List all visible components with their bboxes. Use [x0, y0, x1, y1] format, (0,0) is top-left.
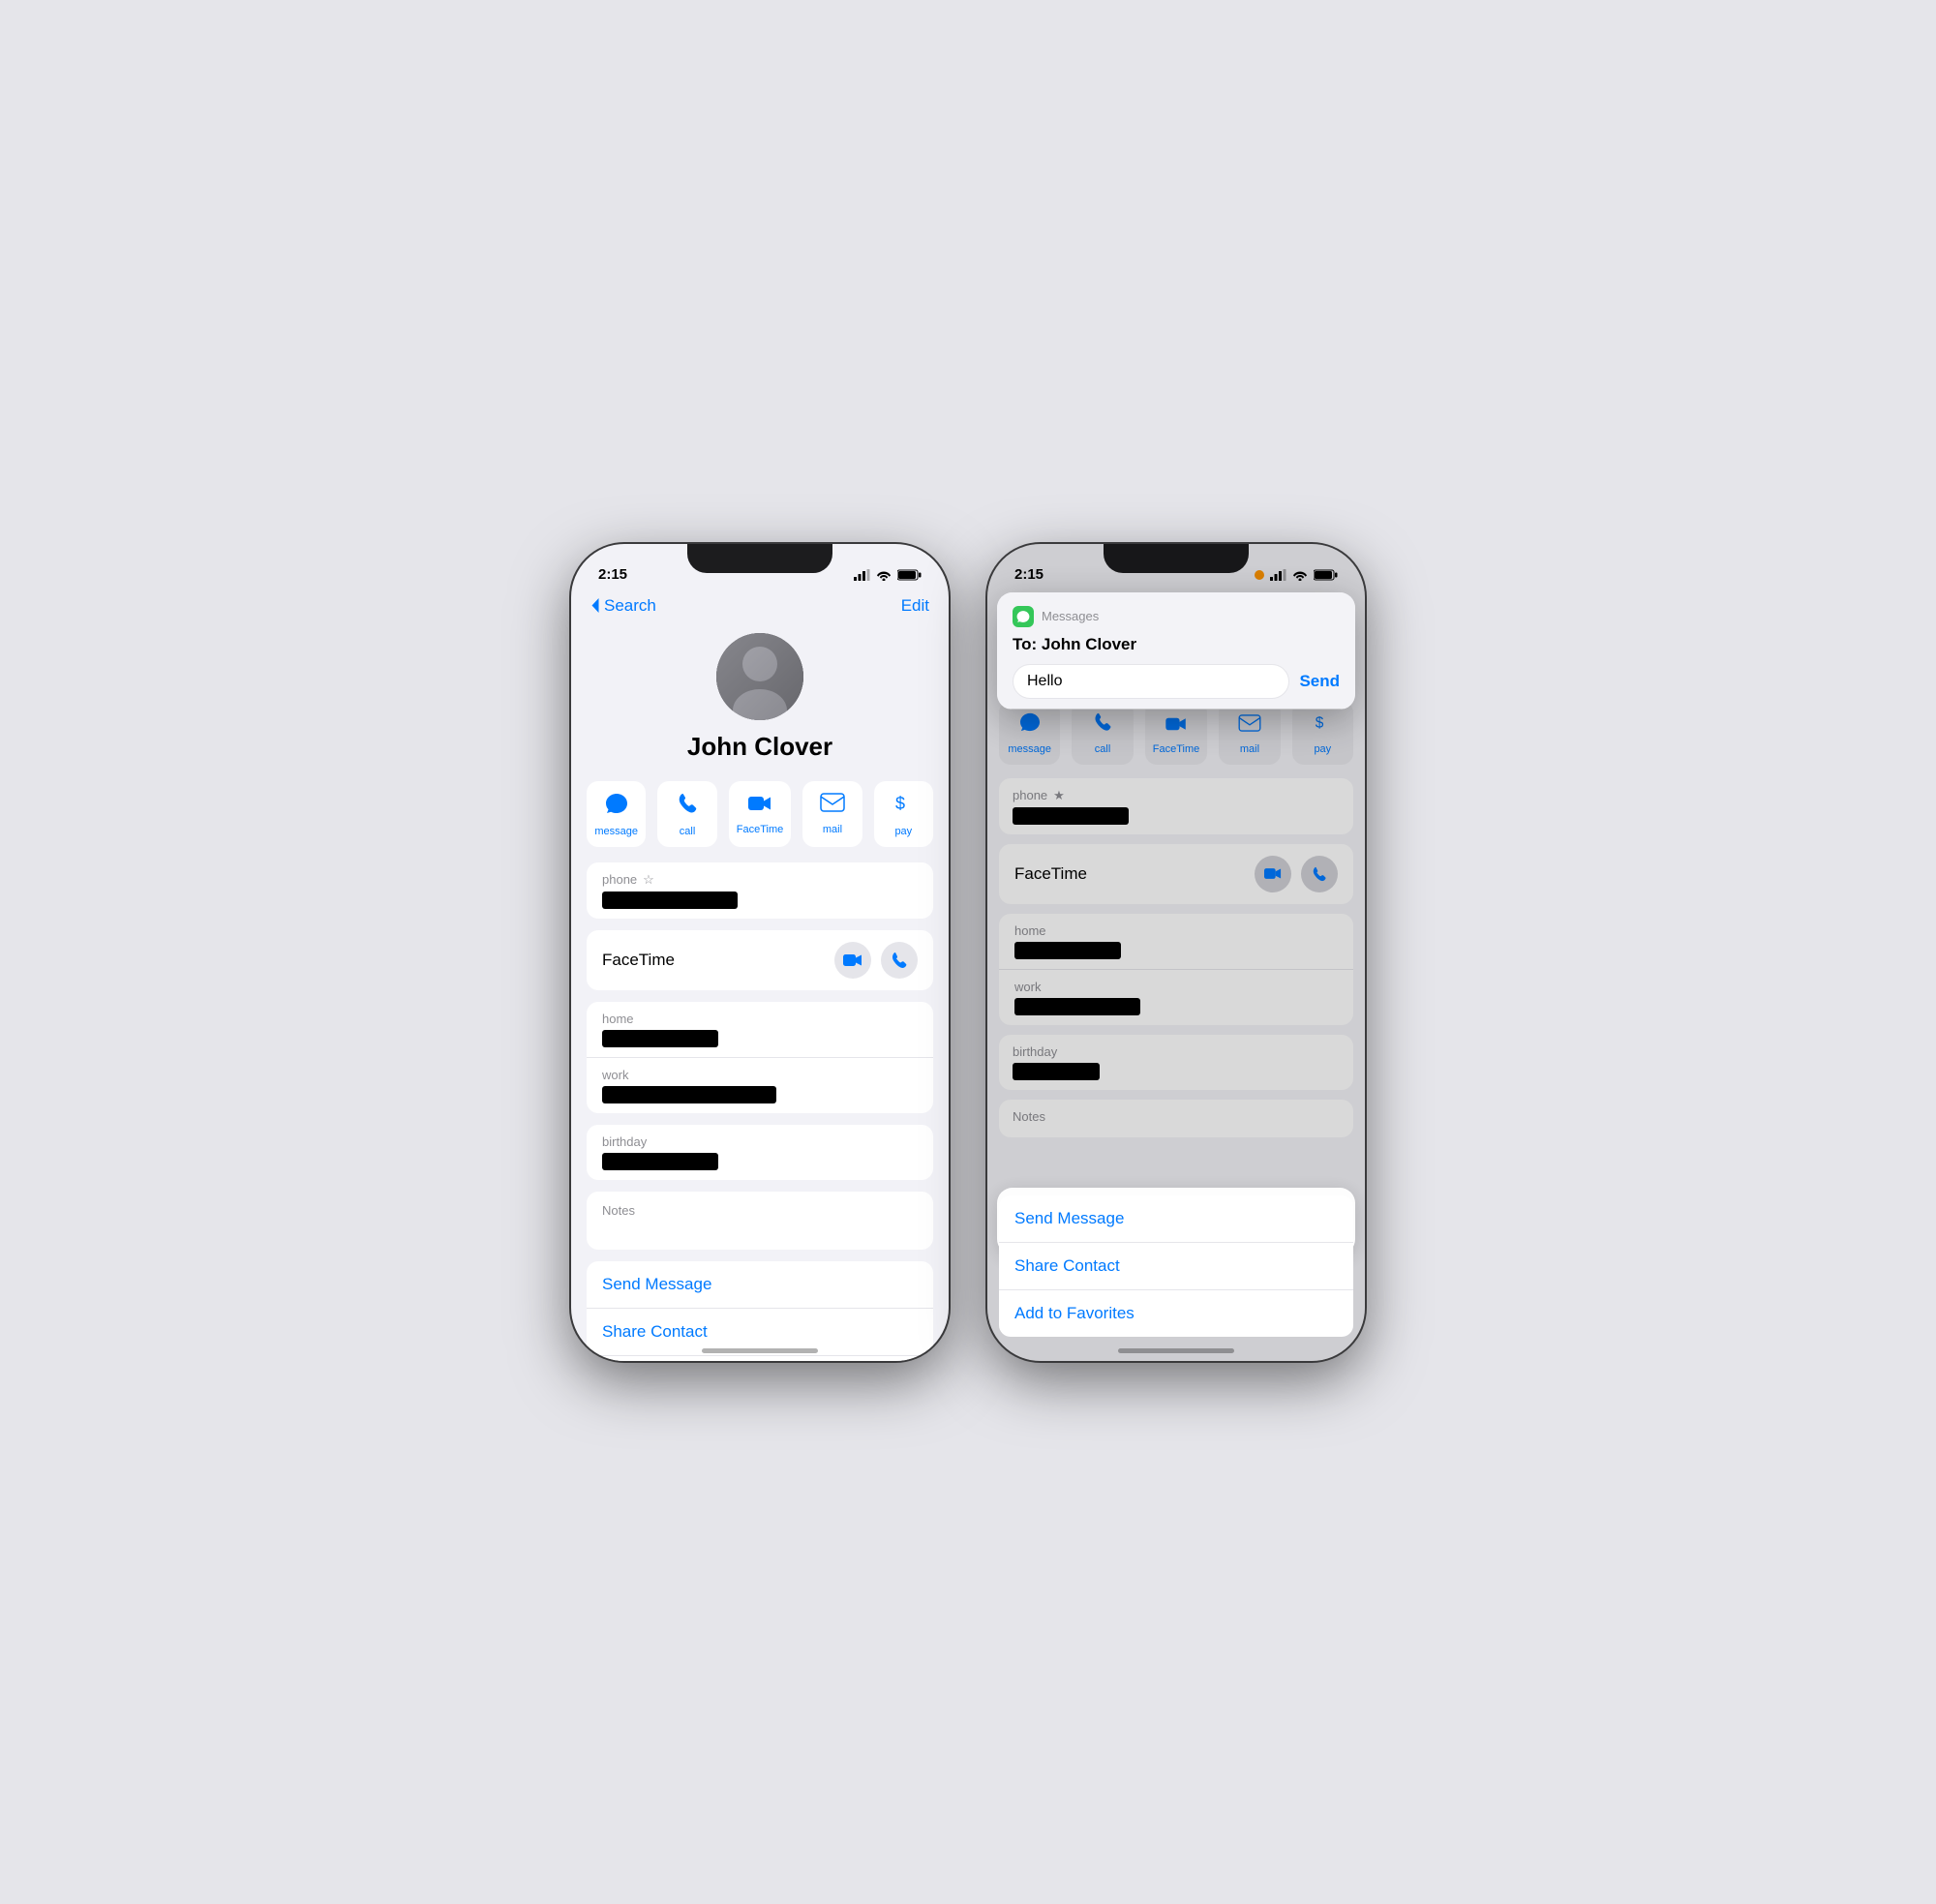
facetime-video-button[interactable] — [834, 942, 871, 979]
phone-row: phone ☆ — [587, 862, 933, 919]
message-icon — [605, 793, 628, 820]
status-icons — [854, 569, 922, 581]
back-label: Search — [604, 596, 656, 616]
email-section: home work — [587, 1002, 933, 1113]
pay-button[interactable]: $ pay — [874, 781, 933, 847]
left-phone: 2:15 Search Edit — [571, 544, 949, 1361]
facetime-row: FaceTime — [587, 930, 933, 990]
right-share-contact-link[interactable]: Share Contact — [999, 1243, 1353, 1290]
call-label: call — [680, 826, 696, 837]
action-links: Send Message Share Contact Add to Favori… — [587, 1261, 933, 1361]
work-value-redacted — [602, 1086, 776, 1103]
messages-input-row: Hello Send — [1013, 664, 1340, 699]
facetime-icon — [747, 793, 772, 818]
notes-section: Notes — [587, 1192, 933, 1250]
signal-icon — [854, 569, 870, 581]
chevron-left-icon — [590, 597, 600, 614]
left-phone-screen: 2:15 Search Edit — [571, 544, 949, 1361]
call-button[interactable]: call — [657, 781, 716, 847]
pay-label: pay — [894, 826, 912, 837]
work-label: work — [602, 1068, 918, 1082]
work-row: work — [587, 1058, 933, 1113]
nav-bar: Search Edit — [571, 592, 949, 623]
mail-label: mail — [823, 824, 842, 835]
wifi-icon — [876, 569, 892, 581]
work-label-text: work — [602, 1068, 628, 1082]
facetime-section: FaceTime — [587, 930, 933, 990]
right-phone-screen: 2:15 Search — [987, 544, 1365, 1361]
facetime-audio-button[interactable] — [881, 942, 918, 979]
contact-header: John Clover — [571, 623, 949, 781]
send-message-link[interactable]: Send Message — [587, 1261, 933, 1309]
left-scroll-content[interactable]: John Clover message call — [571, 623, 949, 1361]
phone-label: phone ☆ — [602, 872, 918, 888]
messages-app-name: Messages — [1042, 609, 1099, 623]
notes-label: Notes — [602, 1203, 918, 1218]
facetime-action-icons — [834, 942, 918, 979]
facetime-section-label: FaceTime — [602, 951, 675, 970]
home-indicator — [702, 1348, 818, 1353]
right-action-links: Send Message Share Contact Add to Favori… — [999, 1195, 1353, 1337]
birthday-section: birthday — [587, 1125, 933, 1180]
star-icon: ☆ — [643, 872, 654, 888]
messages-input[interactable]: Hello — [1013, 664, 1289, 699]
messages-overlay: Messages To: John Clover Hello Send — [997, 592, 1355, 710]
scene: 2:15 Search Edit — [571, 544, 1365, 1361]
birthday-row: birthday — [587, 1125, 933, 1180]
pay-icon: $ — [892, 793, 914, 820]
back-button[interactable]: Search — [590, 596, 656, 616]
home-label: home — [602, 1012, 918, 1026]
add-favorites-link[interactable]: Add to Favorites — [587, 1356, 933, 1361]
mail-icon — [820, 793, 845, 818]
messages-app-label: Messages — [1013, 606, 1340, 627]
facetime-button[interactable]: FaceTime — [729, 781, 792, 847]
messages-header: Messages To: John Clover Hello Send — [997, 592, 1355, 710]
edit-button[interactable]: Edit — [901, 596, 929, 616]
call-icon — [677, 793, 698, 820]
message-button[interactable]: message — [587, 781, 646, 847]
svg-text:$: $ — [895, 794, 905, 813]
phone-value-redacted — [602, 892, 738, 909]
phone-label-text: phone — [602, 872, 637, 887]
messages-to: To: John Clover — [1013, 635, 1340, 654]
avatar-svg — [716, 633, 803, 720]
battery-icon — [897, 569, 922, 581]
contact-name: John Clover — [687, 732, 832, 762]
birthday-value-redacted — [602, 1153, 718, 1170]
right-add-favorites-link[interactable]: Add to Favorites — [999, 1290, 1353, 1337]
home-label-text: home — [602, 1012, 634, 1026]
avatar — [716, 633, 803, 720]
notch — [687, 544, 832, 573]
home-row: home — [587, 1002, 933, 1058]
mail-button[interactable]: mail — [802, 781, 862, 847]
message-label: message — [594, 826, 638, 837]
birthday-label-text: birthday — [602, 1134, 647, 1149]
home-value-redacted — [602, 1030, 718, 1047]
right-phone: 2:15 Search — [987, 544, 1365, 1361]
right-send-message-link[interactable]: Send Message — [999, 1195, 1353, 1243]
action-buttons-row: message call FaceTime — [571, 781, 949, 862]
avatar-image — [716, 633, 803, 720]
phone-section: phone ☆ — [587, 862, 933, 919]
messages-input-text: Hello — [1027, 673, 1062, 689]
facetime-label: FaceTime — [737, 824, 784, 835]
status-time: 2:15 — [598, 566, 627, 583]
messages-app-icon — [1013, 606, 1034, 627]
birthday-label: birthday — [602, 1134, 918, 1149]
messages-send-button[interactable]: Send — [1299, 672, 1340, 691]
